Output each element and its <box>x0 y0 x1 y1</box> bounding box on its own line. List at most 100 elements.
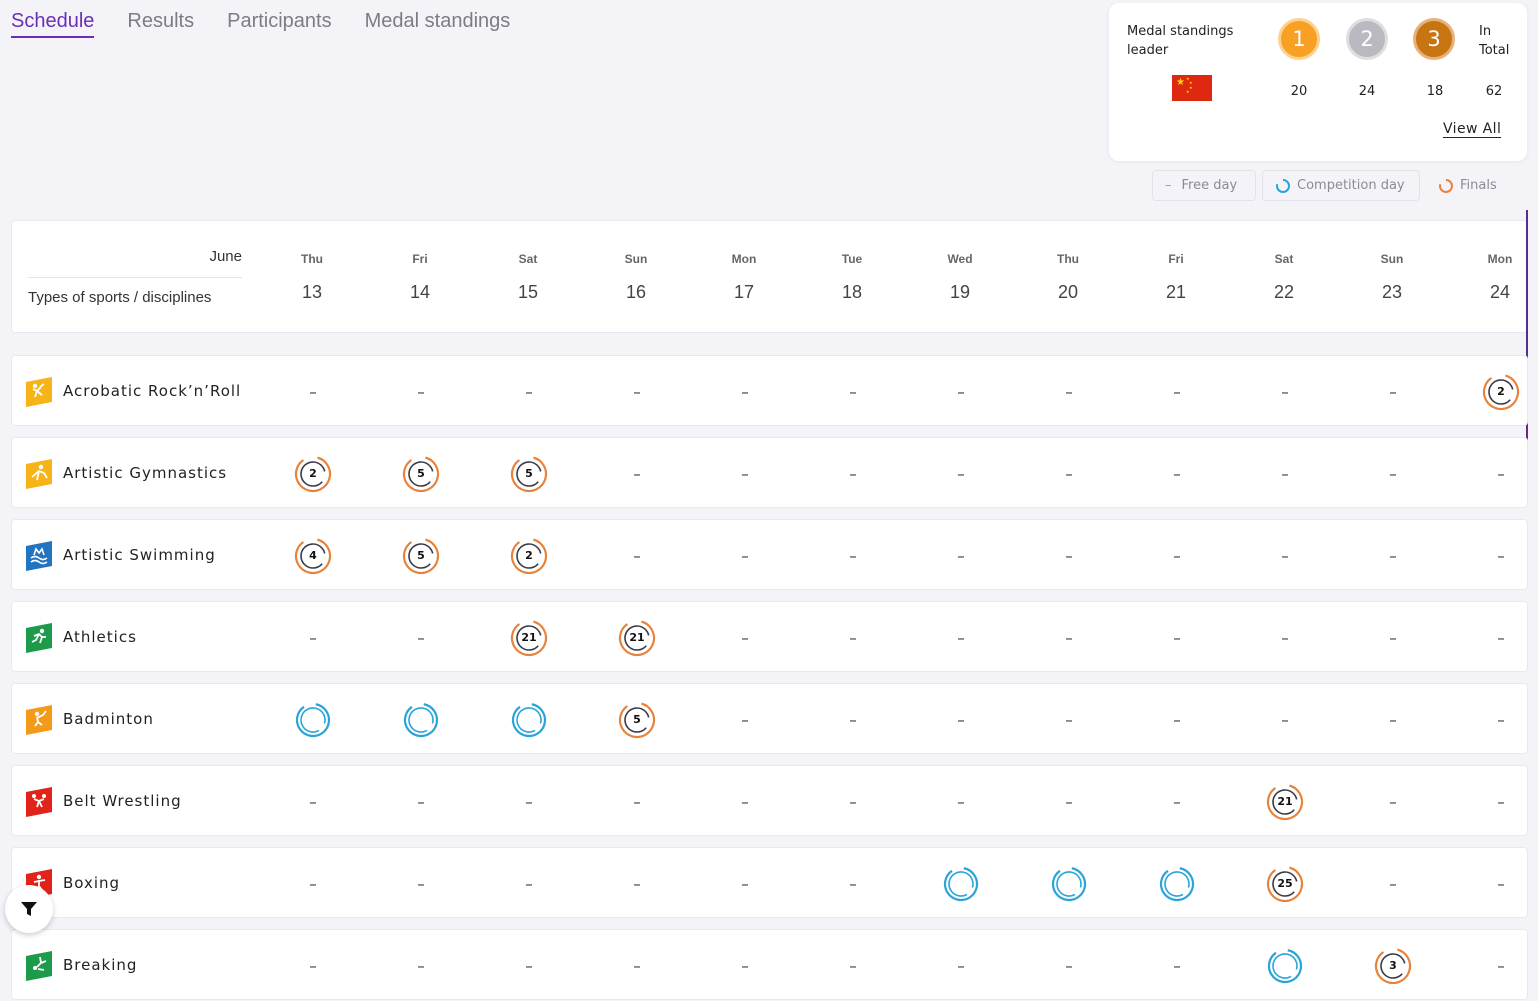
schedule-cell: – <box>401 848 441 919</box>
sport-name[interactable]: Artistic Swimming <box>63 546 216 564</box>
competition-day-marker[interactable] <box>1158 865 1196 903</box>
schedule-cell: – <box>1481 520 1521 591</box>
finals-marker[interactable]: 2 <box>510 537 548 575</box>
sport-row[interactable]: Acrobatic Rock’n’Roll – – – – – – – – – – – 2 <box>11 355 1528 426</box>
competition-day-marker[interactable] <box>510 701 548 739</box>
free-day-dash: – <box>741 382 749 401</box>
schedule-cell: – <box>1049 602 1089 673</box>
sport-name[interactable]: Belt Wrestling <box>63 792 182 810</box>
finals-marker[interactable]: 21 <box>1266 783 1304 821</box>
legend-free-day[interactable]: – Free day <box>1152 170 1256 201</box>
tab-medal-standings[interactable]: Medal standings <box>365 10 511 38</box>
sport-row[interactable]: Artistic Swimming 4 5 2 – – – – – – – – – <box>11 519 1528 590</box>
schedule-cell: – <box>509 356 549 427</box>
competition-day-marker[interactable] <box>942 865 980 903</box>
gold-medal-icon: 1 <box>1278 18 1320 60</box>
breaking-icon <box>26 951 52 981</box>
sport-name[interactable]: Boxing <box>63 874 120 892</box>
competition-day-marker[interactable] <box>402 701 440 739</box>
schedule-cell: – <box>941 930 981 1001</box>
finals-marker[interactable]: 3 <box>1374 947 1412 985</box>
schedule-cell: 4 <box>293 520 333 591</box>
schedule-cell <box>1265 930 1305 1001</box>
filter-button[interactable] <box>5 885 53 933</box>
schedule-cell: – <box>1049 520 1089 591</box>
day-column-21: Fri 21 <box>1136 252 1216 303</box>
competition-ring-icon <box>1276 178 1290 193</box>
free-day-dash: – <box>741 874 749 893</box>
legend-finals-label: Finals <box>1460 178 1497 193</box>
sport-name[interactable]: Badminton <box>63 710 154 728</box>
free-day-dash: – <box>1497 792 1505 811</box>
dash-icon: – <box>1165 178 1172 193</box>
sport-name[interactable]: Breaking <box>63 956 137 974</box>
view-all-link[interactable]: View All <box>1443 121 1502 138</box>
medal-leader-title: Medal standings leader <box>1127 24 1234 58</box>
finals-count: 21 <box>521 631 537 644</box>
schedule-cell: – <box>1265 520 1305 591</box>
schedule-cell: – <box>1049 766 1089 837</box>
day-of-week: Thu <box>1057 252 1079 266</box>
schedule-cell: – <box>293 930 333 1001</box>
finals-marker[interactable]: 21 <box>510 619 548 657</box>
tab-participants[interactable]: Participants <box>227 10 332 38</box>
free-day-dash: – <box>1281 628 1289 647</box>
competition-day-marker[interactable] <box>294 701 332 739</box>
finals-marker[interactable]: 21 <box>618 619 656 657</box>
schedule-cell <box>293 684 333 755</box>
schedule-cell: – <box>293 602 333 673</box>
schedule-cell: – <box>617 356 657 427</box>
free-day-dash: – <box>1173 956 1181 975</box>
finals-marker[interactable]: 2 <box>294 455 332 493</box>
sport-row[interactable]: Boxing – – – – – – 25 – – <box>11 847 1528 918</box>
sport-row[interactable]: Athletics – – 21 21 – – – – – – – – <box>11 601 1528 672</box>
sport-row[interactable]: Belt Wrestling – – – – – – – – – 21 – – <box>11 765 1528 836</box>
competition-ring-icon <box>403 702 439 737</box>
schedule-cell <box>1157 848 1197 919</box>
finals-marker[interactable]: 25 <box>1266 865 1304 903</box>
schedule-cell: 2 <box>293 438 333 509</box>
schedule-cell: – <box>1373 356 1413 427</box>
finals-marker[interactable]: 5 <box>618 701 656 739</box>
sport-row[interactable]: Badminton 5 – – – – – – – – <box>11 683 1528 754</box>
finals-marker[interactable]: 5 <box>402 537 440 575</box>
schedule-cell: – <box>1049 684 1089 755</box>
legend-competition-day[interactable]: Competition day <box>1262 170 1420 201</box>
free-day-dash: – <box>849 710 857 729</box>
day-column-22: Sat 22 <box>1244 252 1324 303</box>
sport-name[interactable]: Athletics <box>63 628 137 646</box>
finals-count: 21 <box>629 631 645 644</box>
competition-day-marker[interactable] <box>1050 865 1088 903</box>
free-day-dash: – <box>849 628 857 647</box>
competition-ring-icon <box>943 866 979 901</box>
schedule-cell: – <box>293 766 333 837</box>
schedule-cell: – <box>1373 766 1413 837</box>
finals-count: 21 <box>1277 795 1293 808</box>
schedule-cell: 3 <box>1373 930 1413 1001</box>
sport-name[interactable]: Acrobatic Rock’n’Roll <box>63 382 241 400</box>
athletics-icon <box>26 623 52 653</box>
finals-marker[interactable]: 5 <box>402 455 440 493</box>
day-of-week: Fri <box>412 252 428 266</box>
sport-row[interactable]: Breaking – – – – – – – – – 3 – <box>11 929 1528 1000</box>
competition-day-marker[interactable] <box>1266 947 1304 985</box>
finals-marker[interactable]: 5 <box>510 455 548 493</box>
day-number: 23 <box>1381 282 1403 302</box>
day-column-16: Sun 16 <box>596 252 676 303</box>
legend-finals[interactable]: Finals <box>1426 170 1526 201</box>
sport-row[interactable]: Artistic Gymnastics 2 5 5 – – – – – – – – – <box>11 437 1528 508</box>
schedule-cell: – <box>1157 520 1197 591</box>
schedule-cell: – <box>617 848 657 919</box>
acrobatic-rock-n-roll-icon <box>26 377 52 407</box>
free-day-dash: – <box>633 546 641 565</box>
free-day-dash: – <box>957 382 965 401</box>
tab-schedule[interactable]: Schedule <box>11 10 95 38</box>
day-column-14: Fri 14 <box>380 252 460 303</box>
sport-name[interactable]: Artistic Gymnastics <box>63 464 227 482</box>
day-number: 17 <box>733 282 755 302</box>
tab-results[interactable]: Results <box>127 10 194 38</box>
finals-marker[interactable]: 4 <box>294 537 332 575</box>
finals-marker[interactable]: 2 <box>1482 373 1520 411</box>
free-day-dash: – <box>1281 710 1289 729</box>
schedule-cell: – <box>1049 438 1089 509</box>
